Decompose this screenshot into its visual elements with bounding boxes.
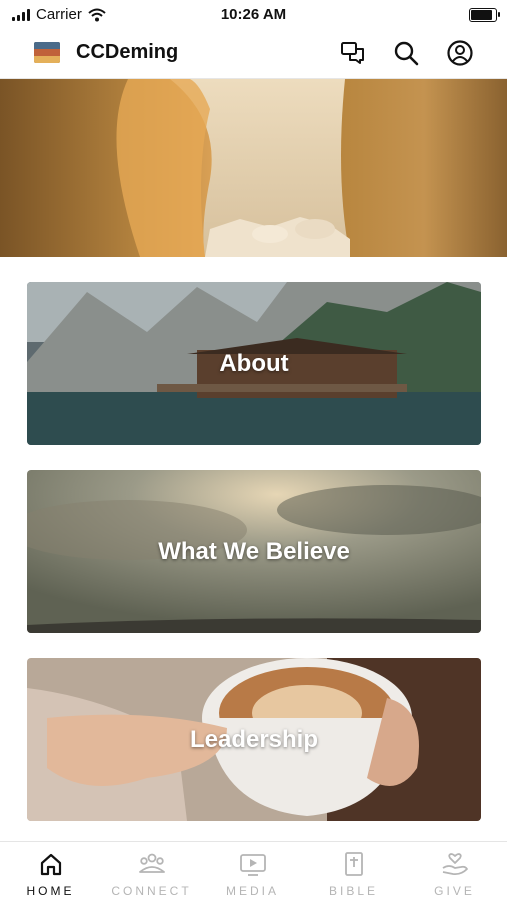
tab-give[interactable]: GIVE [404,842,505,901]
bible-icon [345,852,363,876]
tab-media-label: MEDIA [225,884,279,898]
leadership-label: Leadership [189,725,319,753]
chat-icon[interactable] [339,39,367,67]
tab-connect[interactable]: CONNECT [101,842,202,901]
battery-icon [469,8,500,22]
what-we-believe-label: What We Believe [158,537,350,565]
status-bar: Carrier 10:26 AM [0,0,507,28]
about-card[interactable]: About [27,282,481,445]
about-label: About [219,349,289,377]
play-icon [240,854,266,876]
tab-home[interactable]: HOME [0,842,101,901]
people-icon [139,853,165,873]
give-icon [442,853,468,876]
church-logo[interactable] [34,42,60,63]
tab-bible-label: BIBLE [328,884,379,898]
tab-connect-label: CONNECT [111,884,192,898]
tab-media[interactable]: MEDIA [202,842,303,901]
tab-bible[interactable]: BIBLE [303,842,404,901]
tab-bar: HOME CONNECT MEDIA BIBLE GIVE [0,841,507,901]
tab-home-label: HOME [26,884,75,898]
app-title: CCDeming [76,41,179,63]
profile-icon[interactable] [446,39,474,67]
hero-image [0,79,507,257]
app-header: CCDeming [0,28,507,79]
search-icon[interactable] [392,39,420,67]
what-we-believe-card[interactable]: What We Believe [27,470,481,633]
home-icon [40,853,62,876]
status-time: 10:26 AM [220,6,287,23]
tab-give-label: GIVE [434,884,475,898]
leadership-card[interactable]: Leadership [27,658,481,821]
